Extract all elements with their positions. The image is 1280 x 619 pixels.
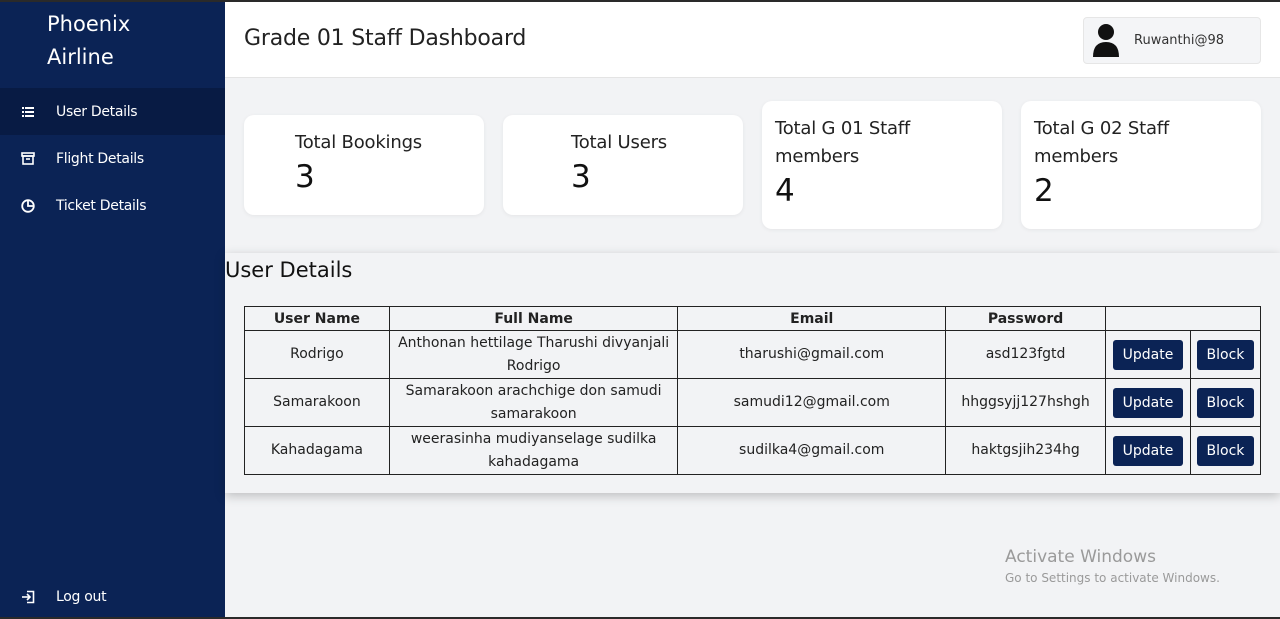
logout-icon bbox=[20, 589, 36, 605]
stat-value: 3 bbox=[571, 159, 591, 195]
username: Ruwanthi@98 bbox=[1134, 33, 1225, 48]
page-title: Grade 01 Staff Dashboard bbox=[244, 26, 527, 51]
section-title: User Details bbox=[225, 258, 353, 282]
table-row: Kahadagama weerasinha mudiyanselage sudi… bbox=[244, 426, 1262, 475]
stat-card-total-users: Total Users 3 bbox=[503, 115, 743, 215]
cell-block: Block bbox=[1189, 426, 1262, 475]
watermark-title: Activate Windows bbox=[1005, 547, 1156, 567]
column-header-email: Email bbox=[677, 306, 947, 331]
sidebar-item-label: Ticket Details bbox=[56, 197, 147, 214]
cell-email: sudilka4@gmail.com bbox=[677, 426, 947, 475]
stat-value: 4 bbox=[775, 173, 795, 209]
stat-label: Total G 02 Staff members bbox=[1034, 118, 1170, 167]
cell-full-name: Anthonan hettilage Tharushi divyanjali R… bbox=[388, 330, 679, 379]
header: Grade 01 Staff Dashboard Ruwanthi@98 bbox=[225, 2, 1280, 78]
stat-label: Total Users bbox=[571, 132, 667, 153]
user-details-panel: User Details User Name Full Name Email P… bbox=[225, 253, 1280, 493]
stat-label: Total Bookings bbox=[295, 132, 422, 153]
cell-email: samudi12@gmail.com bbox=[677, 378, 947, 427]
cell-update: Update bbox=[1105, 330, 1191, 379]
pie-chart-icon bbox=[20, 198, 36, 214]
avatar-icon bbox=[1092, 23, 1120, 59]
archive-icon bbox=[20, 151, 36, 167]
column-header-password: Password bbox=[945, 306, 1107, 331]
cell-username: Samarakoon bbox=[244, 378, 390, 427]
logout-button[interactable]: Log out bbox=[0, 577, 225, 617]
table-row: Rodrigo Anthonan hettilage Tharushi divy… bbox=[244, 330, 1262, 379]
cell-username: Kahadagama bbox=[244, 426, 390, 475]
cell-password: asd123fgtd bbox=[945, 330, 1107, 379]
cell-password: hhggsyjj127hshgh bbox=[945, 378, 1107, 427]
stat-value: 2 bbox=[1034, 173, 1054, 209]
windows-activation-watermark: Activate Windows Go to Settings to activ… bbox=[1005, 547, 1220, 585]
sidebar-nav: User Details Flight Details Ticket Detai… bbox=[0, 88, 225, 229]
watermark-subtitle: Go to Settings to activate Windows. bbox=[1005, 571, 1220, 585]
stat-value: 3 bbox=[295, 159, 315, 195]
stat-card-total-g01-staff: Total G 01 Staff members 4 bbox=[762, 101, 1002, 229]
sidebar-item-label: Flight Details bbox=[56, 150, 144, 167]
column-header-actions bbox=[1105, 306, 1261, 331]
update-button[interactable]: Update bbox=[1112, 339, 1184, 370]
update-button[interactable]: Update bbox=[1112, 387, 1184, 418]
block-button[interactable]: Block bbox=[1196, 339, 1255, 370]
cell-full-name: Samarakoon arachchige don samudi samarak… bbox=[388, 378, 679, 427]
update-button[interactable]: Update bbox=[1112, 435, 1184, 466]
cell-block: Block bbox=[1189, 330, 1262, 379]
cell-full-name: weerasinha mudiyanselage sudilka kahadag… bbox=[388, 426, 679, 475]
cell-username: Rodrigo bbox=[244, 330, 390, 379]
stat-card-total-bookings: Total Bookings 3 bbox=[244, 115, 484, 215]
stat-card-total-g02-staff: Total G 02 Staff members 2 bbox=[1021, 101, 1261, 229]
stat-label: Total G 01 Staff members bbox=[775, 118, 911, 167]
list-icon bbox=[20, 104, 36, 120]
sidebar: Phoenix Airline User Details Flight Deta… bbox=[0, 2, 225, 619]
cell-update: Update bbox=[1105, 378, 1191, 427]
column-header-full-name: Full Name bbox=[388, 306, 679, 331]
cell-email: tharushi@gmail.com bbox=[677, 330, 947, 379]
logout-label: Log out bbox=[56, 589, 107, 605]
sidebar-item-ticket-details[interactable]: Ticket Details bbox=[0, 182, 225, 229]
block-button[interactable]: Block bbox=[1196, 435, 1255, 466]
table-row: Samarakoon Samarakoon arachchige don sam… bbox=[244, 378, 1262, 427]
column-header-username: User Name bbox=[244, 306, 390, 331]
sidebar-item-user-details[interactable]: User Details bbox=[0, 88, 225, 135]
users-table: User Name Full Name Email Password Rodri… bbox=[244, 306, 1262, 475]
sidebar-item-flight-details[interactable]: Flight Details bbox=[0, 135, 225, 182]
sidebar-item-label: User Details bbox=[56, 103, 138, 120]
cell-update: Update bbox=[1105, 426, 1191, 475]
cell-password: haktgsjih234hg bbox=[945, 426, 1107, 475]
brand-name: Phoenix Airline bbox=[47, 12, 131, 69]
block-button[interactable]: Block bbox=[1196, 387, 1255, 418]
cell-block: Block bbox=[1189, 378, 1262, 427]
table-header-row: User Name Full Name Email Password bbox=[244, 306, 1261, 331]
user-profile[interactable]: Ruwanthi@98 bbox=[1083, 17, 1261, 64]
